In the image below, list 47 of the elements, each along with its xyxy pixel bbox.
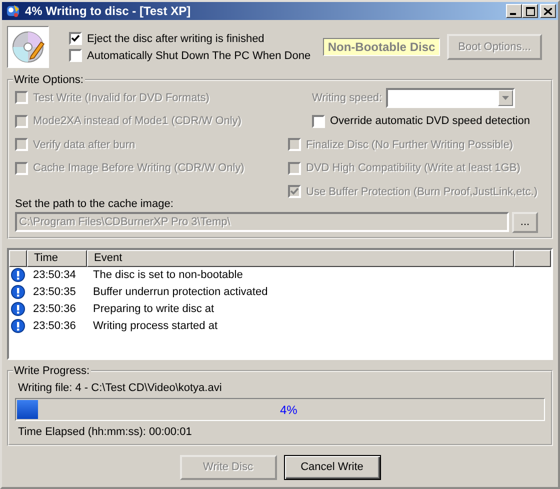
close-button[interactable]	[540, 4, 556, 18]
app-icon	[5, 3, 21, 19]
elapsed-time-text: Time Elapsed (hh:mm:ss): 00:00:01	[18, 426, 193, 438]
info-icon	[11, 302, 25, 316]
checkbox-label: DVD High Compatibility (Write at least 1GB)	[306, 162, 520, 174]
checkbox[interactable]	[69, 49, 82, 62]
checkbox-label: Mode2XA instead of Mode1 (CDR/W Only)	[33, 115, 242, 128]
checkbox-label: Cache Image Before Writing (CDR/W Only)	[33, 162, 244, 174]
speed-dropdown[interactable]	[386, 88, 516, 108]
column-header[interactable]: Time	[27, 250, 87, 266]
checkbox-label: Finalize Disc (No Further Writing Possible)	[306, 138, 514, 151]
event-cell-text: The disc is set to non-bootable	[92, 269, 244, 281]
checkbox-label: Eject the disc after writing is finished	[87, 32, 264, 44]
event-cell-text: Writing process started at	[92, 320, 219, 332]
field-label: Writing speed:	[312, 92, 382, 104]
time-cell-text: 23:50:36	[32, 303, 77, 315]
boot-status-label: Non-Bootable Disc	[323, 38, 440, 56]
progress-percent: 4%	[280, 402, 298, 416]
column-header[interactable]: Event	[87, 250, 514, 266]
path-label: Set the path to the cache image:	[15, 198, 174, 210]
cancel-write-button[interactable]: Cancel Write	[284, 454, 380, 480]
close-icon	[544, 8, 552, 14]
checkbox[interactable]	[312, 114, 325, 128]
dropdown-button[interactable]	[498, 90, 514, 106]
checkbox-label: Use Buffer Protection (Burn Proof,JustLink,etc.)	[306, 186, 538, 198]
time-cell-text: 23:50:34	[32, 269, 77, 281]
event-cell-text: Preparing to write disc at	[92, 303, 216, 315]
maximize-icon	[526, 6, 534, 16]
checkbox-label: Override automatic DVD speed detection	[330, 115, 530, 128]
checkbox[interactable]	[69, 32, 82, 45]
info-icon	[11, 268, 25, 282]
checkbox-label: Test Write (Invalid for DVD Formats)	[33, 92, 210, 104]
time-cell-text: 23:50:36	[32, 320, 77, 332]
group-title: Write Options:	[13, 74, 84, 86]
checkbox-label: Automatically Shut Down The PC When Done	[87, 50, 311, 62]
browse-button[interactable]: ...	[512, 212, 538, 232]
maximize-button[interactable]	[522, 4, 538, 18]
info-icon	[11, 319, 25, 333]
time-cell-text: 23:50:35	[32, 286, 77, 298]
group-title: Write Progress:	[13, 364, 91, 376]
checkbox-label: Verify data after burn	[33, 138, 136, 151]
file-status-text: Writing file: 4 - C:\Test CD\Video\kotya.avi	[18, 382, 223, 394]
info-icon	[11, 285, 25, 299]
minimize-button[interactable]	[506, 4, 522, 18]
caret-icon	[502, 96, 510, 100]
event-cell-text: Buffer underrun protection activated	[92, 286, 269, 298]
window-title: 4% Writing to disc - [Test XP]	[25, 4, 192, 18]
